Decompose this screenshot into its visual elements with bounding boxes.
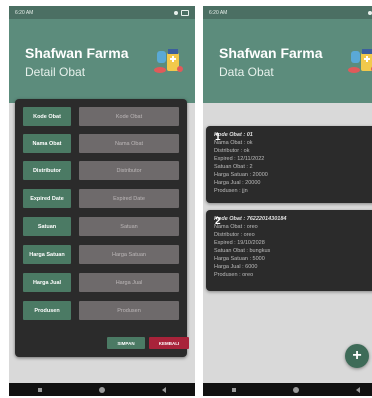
item-number: 2 — [215, 216, 221, 227]
form-row-kode-obat: Kode Obat — [23, 107, 179, 126]
app-header: Shafwan Farma Detail Obat — [9, 19, 195, 103]
app-header: Shafwan Farma Data Obat — [203, 19, 372, 103]
form-row-expired-date: Expired Date — [23, 189, 179, 208]
satuan-input[interactable] — [79, 217, 179, 236]
item-expired: Expired : 19/10/2028 — [214, 240, 265, 246]
form-row-harga-jual: Harga Jual — [23, 273, 179, 292]
pharmacy-logo-icon — [154, 49, 183, 73]
satuan-label: Satuan — [23, 217, 71, 236]
form-row-harga-satuan: Harga Satuan — [23, 245, 179, 264]
item-expired: Expired : 12/11/2022 — [214, 156, 265, 162]
system-nav-bar — [203, 383, 372, 396]
harga-satuan-label: Harga Satuan — [23, 245, 71, 264]
distributor-input[interactable] — [79, 161, 179, 180]
item-kode-obat: Kode Obat : 7622201430184 — [214, 216, 287, 222]
list-item[interactable]: 1 Kode Obat : 01 Nama Obat : ok Distribu… — [206, 126, 372, 203]
item-nama-obat: Nama Obat : ok — [214, 140, 253, 146]
back-button[interactable]: KEMBALI — [149, 337, 189, 349]
back-nav-icon[interactable] — [356, 386, 361, 393]
status-bar: 6:20 AM — [9, 6, 195, 19]
nama-obat-label: Nama Obat — [23, 134, 71, 153]
list-item[interactable]: 2 Kode Obat : 7622201430184 Nama Obat : … — [206, 210, 372, 291]
expired-date-label: Expired Date — [23, 189, 71, 208]
item-kode-obat: Kode Obat : 01 — [214, 132, 253, 138]
expired-date-input[interactable] — [79, 189, 179, 208]
item-distributor: Distributor : oreo — [214, 232, 255, 238]
detail-obat-screen: 6:20 AM Shafwan Farma Detail Obat Kode O… — [9, 6, 195, 396]
recents-icon[interactable] — [231, 387, 236, 392]
back-nav-icon[interactable] — [162, 386, 167, 393]
form-row-nama-obat: Nama Obat — [23, 134, 179, 153]
item-number: 1 — [215, 132, 221, 143]
item-harga-jual: Harga Jual : 6000 — [214, 264, 258, 270]
item-nama-obat: Nama Obat : oreo — [214, 224, 258, 230]
battery-icon — [181, 9, 189, 16]
form-row-satuan: Satuan — [23, 217, 179, 236]
home-icon[interactable] — [292, 386, 299, 393]
item-harga-jual: Harga Jual : 20000 — [214, 180, 261, 186]
item-satuan: Satuan Obat : 2 — [214, 164, 253, 170]
app-title: Shafwan Farma — [219, 45, 323, 61]
harga-jual-label: Harga Jual — [23, 273, 71, 292]
app-title: Shafwan Farma — [25, 45, 129, 61]
item-harga-satuan: Harga Satuan : 5000 — [214, 256, 265, 262]
system-nav-bar — [9, 383, 195, 396]
item-produsen: Produsen : oreo — [214, 272, 254, 278]
page-subtitle: Detail Obat — [25, 65, 86, 79]
status-bar: 6:20 AM — [203, 6, 372, 19]
wifi-icon — [368, 10, 372, 15]
add-icon: + — [352, 347, 362, 364]
pharmacy-logo-icon — [348, 49, 372, 73]
form-row-distributor: Distributor — [23, 161, 179, 180]
produsen-label: Produsen — [23, 301, 71, 320]
wifi-icon — [174, 10, 178, 15]
item-satuan: Satuan Obat : bungkus — [214, 248, 271, 254]
form-row-produsen: Produsen — [23, 301, 179, 320]
kode-obat-input[interactable] — [79, 107, 179, 126]
distributor-label: Distributor — [23, 161, 71, 180]
harga-jual-input[interactable] — [79, 273, 179, 292]
produsen-input[interactable] — [79, 301, 179, 320]
kode-obat-label: Kode Obat — [23, 107, 71, 126]
save-button[interactable]: SIMPAN — [107, 337, 145, 349]
status-time: 6:20 AM — [15, 9, 34, 16]
harga-satuan-input[interactable] — [79, 245, 179, 264]
item-distributor: Distributor : ok — [214, 148, 250, 154]
form-card: Kode Obat Nama Obat Distributor Expired … — [15, 99, 189, 357]
page-subtitle: Data Obat — [219, 65, 274, 79]
recents-icon[interactable] — [37, 387, 42, 392]
data-obat-screen: 6:20 AM Shafwan Farma Data Obat 1 Kode O… — [203, 6, 372, 396]
item-produsen: Produsen : jjn — [214, 188, 248, 194]
add-button[interactable]: + — [345, 344, 369, 368]
status-time: 6:20 AM — [209, 9, 228, 16]
home-icon[interactable] — [98, 386, 105, 393]
item-harga-satuan: Harga Satuan : 20000 — [214, 172, 268, 178]
nama-obat-input[interactable] — [79, 134, 179, 153]
